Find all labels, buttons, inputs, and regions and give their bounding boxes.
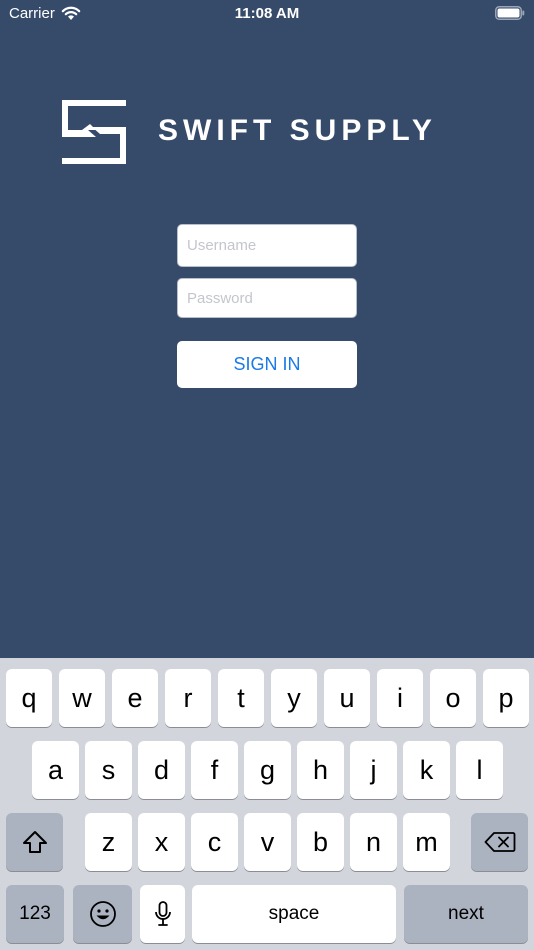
key-h[interactable]: h [297,741,344,799]
next-key[interactable]: next [404,885,528,943]
backspace-key[interactable] [471,813,528,871]
key-k[interactable]: k [403,741,450,799]
microphone-icon [154,901,171,926]
key-l[interactable]: l [456,741,503,799]
key-i[interactable]: i [377,669,423,727]
brand-name: SWIFT SUPPLY [158,114,437,147]
username-input[interactable] [177,224,357,267]
status-bar: Carrier 11:08 AM [0,0,534,28]
key-d[interactable]: d [138,741,185,799]
key-g[interactable]: g [244,741,291,799]
key-b[interactable]: b [297,813,344,871]
backspace-icon [484,832,515,852]
key-e[interactable]: e [112,669,158,727]
key-t[interactable]: t [218,669,264,727]
password-input[interactable] [177,278,357,318]
sign-in-button[interactable]: SIGN IN [177,341,357,388]
numbers-key[interactable]: 123 [6,885,64,943]
space-key[interactable]: space [192,885,396,943]
app-logo: SWIFT SUPPLY [62,100,482,166]
key-u[interactable]: u [324,669,370,727]
key-x[interactable]: x [138,813,185,871]
key-o[interactable]: o [430,669,476,727]
key-y[interactable]: y [271,669,317,727]
key-s[interactable]: s [85,741,132,799]
emoji-key[interactable] [73,885,132,943]
key-m[interactable]: m [403,813,450,871]
key-w[interactable]: w [59,669,105,727]
key-f[interactable]: f [191,741,238,799]
shift-key[interactable] [6,813,63,871]
shift-icon [22,831,47,853]
key-v[interactable]: v [244,813,291,871]
key-q[interactable]: q [6,669,52,727]
status-time: 11:08 AM [234,5,300,22]
battery-icon [495,6,525,20]
keyboard: q w e r t y u i o p a s d f g h j k l z … [0,658,534,950]
key-n[interactable]: n [350,813,397,871]
key-j[interactable]: j [350,741,397,799]
key-p[interactable]: p [483,669,529,727]
key-c[interactable]: c [191,813,238,871]
key-a[interactable]: a [32,741,79,799]
dictation-key[interactable] [140,885,185,943]
key-r[interactable]: r [165,669,211,727]
swift-supply-logo-icon [62,100,126,164]
emoji-icon [89,901,116,927]
key-z[interactable]: z [85,813,132,871]
